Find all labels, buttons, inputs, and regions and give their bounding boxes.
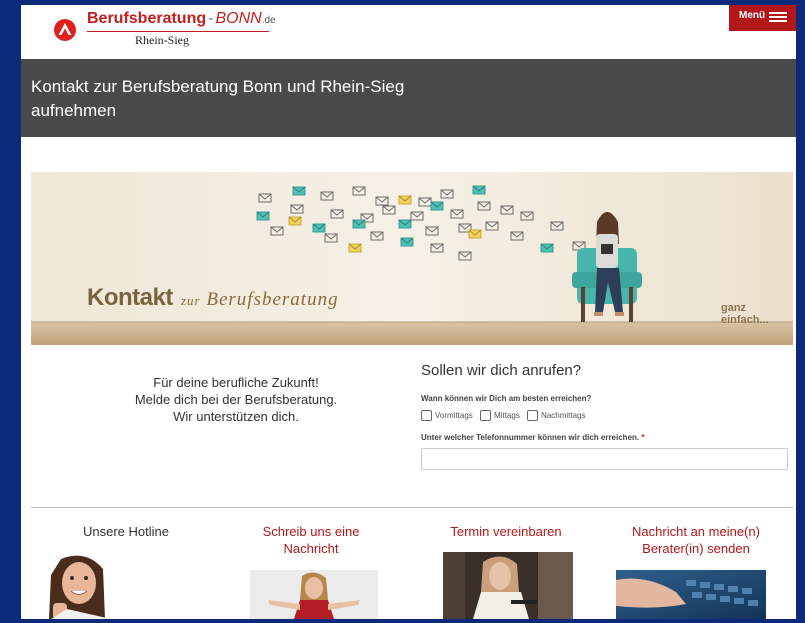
- menu-label: Menü: [739, 10, 766, 21]
- hotline-image[interactable]: [31, 553, 131, 619]
- time-question-label: Wann können wir Dich am besten erreichen…: [421, 394, 592, 403]
- banner-script-word: Berufsberatung: [206, 289, 339, 310]
- card-title-message[interactable]: Schreib uns eine Nachricht: [236, 523, 386, 557]
- page-title: Kontakt zur Berufsberatung Bonn und Rhei…: [31, 77, 405, 120]
- banner-script-text: zur Berufsberatung: [181, 289, 339, 311]
- page-frame: Berufsberatung - BONN.de Rhein-Sieg Menü K…: [21, 5, 796, 619]
- banner-illustration: [31, 172, 793, 345]
- intro-text: Für deine berufliche Zukunft! Melde dich…: [61, 374, 411, 425]
- menu-button[interactable]: Menü: [729, 5, 796, 31]
- appointment-image[interactable]: [443, 552, 573, 619]
- phone-question-label: Unter welcher Telefonnummer können wir d…: [421, 433, 645, 442]
- time-options: Vormittags Mittags Nachmittags: [421, 410, 591, 423]
- option-nachmittags[interactable]: Nachmittags: [527, 410, 586, 421]
- card-title-hotline[interactable]: Unsere Hotline: [51, 523, 201, 540]
- banner-headline: Kontakt: [87, 284, 173, 311]
- hamburger-icon: [769, 12, 787, 23]
- message-image[interactable]: [250, 570, 378, 619]
- card-title-appointment[interactable]: Termin vereinbaren: [431, 523, 581, 540]
- phone-input[interactable]: [421, 448, 788, 470]
- banner-script-small: zur: [181, 293, 201, 308]
- option-mittags[interactable]: Mittags: [480, 410, 520, 421]
- option-vormittags[interactable]: Vormittags: [421, 410, 473, 421]
- required-mark: *: [641, 433, 645, 442]
- logo-underline: [87, 31, 269, 32]
- checkbox-nachmittags[interactable]: [527, 410, 539, 421]
- section-divider: [31, 507, 793, 508]
- agentur-logo-icon[interactable]: [54, 19, 76, 41]
- page-title-band: Kontakt zur Berufsberatung Bonn und Rhei…: [21, 59, 796, 137]
- site-logo-subtitle: Rhein-Sieg: [135, 33, 189, 47]
- checkbox-mittags[interactable]: [480, 410, 492, 421]
- intro-line-1: Für deine berufliche Zukunft!: [153, 375, 319, 390]
- advisor-image[interactable]: [616, 570, 766, 619]
- card-title-advisor[interactable]: Nachricht an meine(n) Berater(in) senden: [611, 523, 781, 557]
- banner-tagline: ganz einfach...: [721, 302, 769, 326]
- intro-line-3: Wir unterstützen dich.: [173, 409, 299, 424]
- intro-line-2: Melde dich bei der Berufsberatung.: [134, 392, 338, 407]
- site-header: Berufsberatung - BONN.de Rhein-Sieg Menü: [21, 5, 796, 59]
- callback-form-title: Sollen wir dich anrufen?: [421, 362, 582, 379]
- checkbox-vormittags[interactable]: [421, 410, 432, 421]
- contact-banner: Kontakt zur Berufsberatung ganz einfach.…: [31, 172, 793, 345]
- site-logo-title[interactable]: Berufsberatung - BONN.de: [87, 10, 276, 28]
